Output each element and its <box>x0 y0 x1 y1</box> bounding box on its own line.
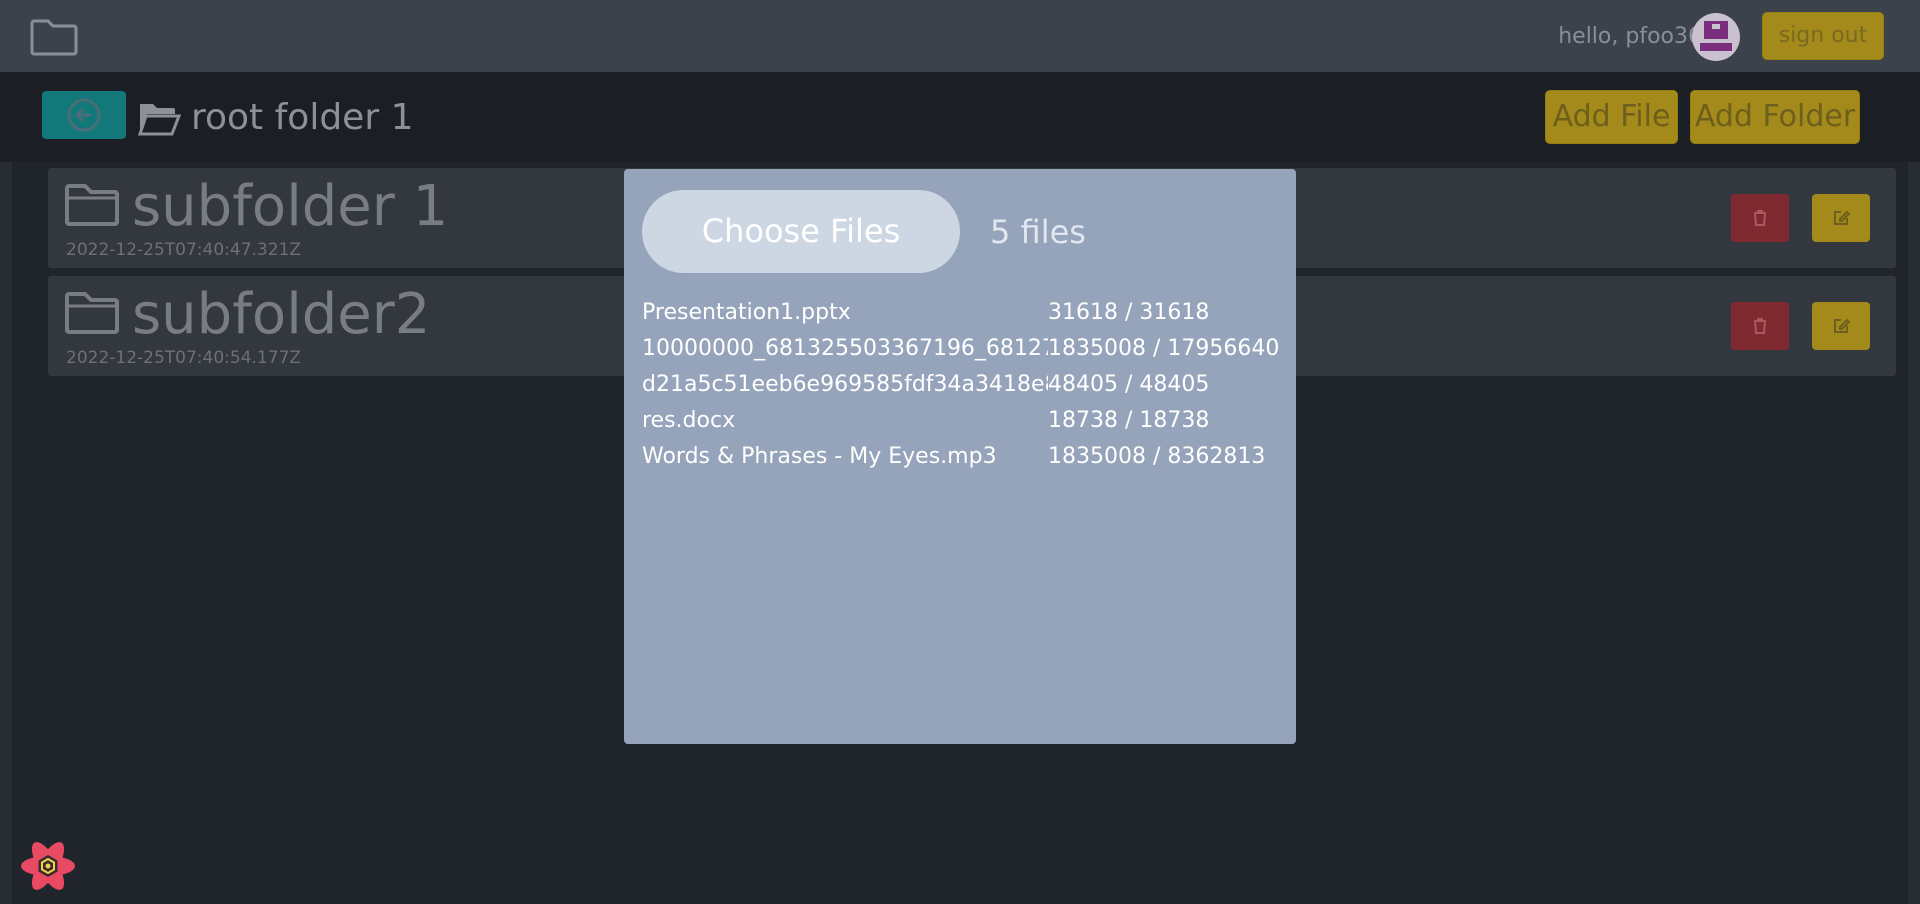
file-count-text: 5 files <box>990 213 1086 251</box>
folder-date: 2022-12-25T07:40:54.177Z <box>66 348 302 368</box>
folder-icon <box>65 292 119 334</box>
avatar-icon <box>1700 21 1732 51</box>
back-arrow-icon <box>67 98 101 132</box>
add-file-button[interactable]: Add File <box>1545 90 1678 144</box>
folder-icon[interactable] <box>30 15 78 57</box>
folder-date: 2022-12-25T07:40:47.321Z <box>66 240 302 260</box>
file-progress: 31618 / 31618 <box>1048 300 1210 325</box>
react-logo-icon[interactable] <box>18 838 78 894</box>
list-item: Presentation1.pptx 31618 / 31618 <box>642 295 1282 331</box>
avatar[interactable] <box>1692 13 1740 61</box>
sign-out-button[interactable]: sign out <box>1762 12 1884 60</box>
file-progress: 18738 / 18738 <box>1048 408 1210 433</box>
file-progress: 1835008 / 8362813 <box>1048 444 1266 469</box>
choose-files-button[interactable]: Choose Files <box>642 190 960 273</box>
back-button[interactable] <box>42 91 126 139</box>
top-bar: hello, pfoo360 sign out <box>0 0 1920 72</box>
edit-icon <box>1834 210 1850 225</box>
edit-button[interactable] <box>1812 194 1870 242</box>
edit-button[interactable] <box>1812 302 1870 350</box>
file-name: Words & Phrases - My Eyes.mp3 <box>642 444 997 469</box>
add-folder-button[interactable]: Add Folder <box>1690 90 1860 144</box>
current-folder-title: root folder 1 <box>191 97 414 138</box>
upload-file-list: Presentation1.pptx 31618 / 31618 1000000… <box>642 295 1282 475</box>
upload-modal: Choose Files 5 files Presentation1.pptx … <box>624 169 1296 744</box>
list-item: 10000000_681325503367196_681277 1835008 … <box>642 331 1282 367</box>
list-item: d21a5c51eeb6e969585fdf34a3418e8 48405 / … <box>642 367 1282 403</box>
folder-name[interactable]: subfolder2 <box>132 280 430 350</box>
folder-name[interactable]: subfolder 1 <box>132 172 448 242</box>
list-item: Words & Phrases - My Eyes.mp3 1835008 / … <box>642 439 1282 475</box>
file-progress: 48405 / 48405 <box>1048 372 1210 397</box>
delete-button[interactable] <box>1731 302 1789 350</box>
file-name: d21a5c51eeb6e969585fdf34a3418e8 <box>642 372 1048 397</box>
trash-icon <box>1754 318 1766 334</box>
file-progress: 1835008 / 17956640 <box>1048 336 1280 361</box>
list-item: res.docx 18738 / 18738 <box>642 403 1282 439</box>
delete-button[interactable] <box>1731 194 1789 242</box>
file-name: 10000000_681325503367196_681277 <box>642 336 1048 361</box>
folder-icon <box>65 184 119 226</box>
trash-icon <box>1754 210 1766 226</box>
file-name: res.docx <box>642 408 736 433</box>
folder-open-icon <box>137 104 181 136</box>
edit-icon <box>1834 318 1850 333</box>
file-name: Presentation1.pptx <box>642 300 851 325</box>
